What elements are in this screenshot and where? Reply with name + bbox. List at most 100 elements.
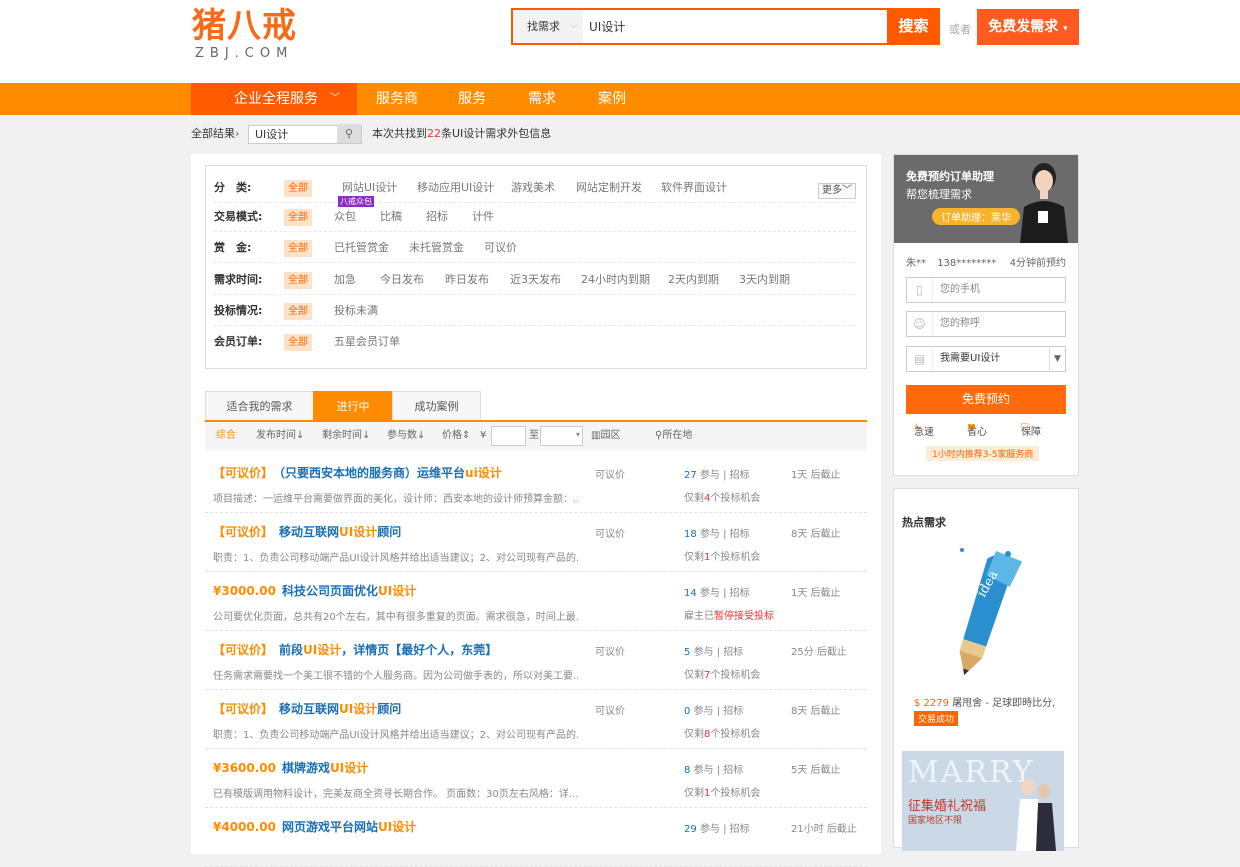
demand-row[interactable]: ¥4000.00 网页游戏平台网站UI设计 29 参与 | 招标 21小时 后截止 [205, 808, 867, 867]
filter-option[interactable]: 加急 [334, 264, 356, 295]
arrow-down-icon: ↓ [362, 430, 371, 441]
demand-title[interactable]: 【可议价】 移动互联网UI设计顾问 [213, 523, 401, 540]
filter-option[interactable]: 投标未满 [334, 295, 378, 326]
demand-row[interactable]: 【可议价】 移动互联网UI设计顾问 职责：1、负责公司移动端产品UI设计风格并给出适… [205, 513, 867, 572]
demand-title-highlight: UI设计 [330, 761, 369, 775]
participant-label: 参与 | 招标 [696, 824, 750, 835]
search-input[interactable] [583, 10, 888, 43]
nav-item-demands[interactable]: 需求 [528, 83, 556, 115]
nav-item-providers[interactable]: 服务商 [376, 83, 418, 115]
need-select[interactable]: ▤ 我需要UI设计 ▼ [906, 346, 1066, 372]
filter-option[interactable]: 招标 [426, 201, 448, 232]
location-filter[interactable]: ⚲所在地 [655, 422, 692, 450]
assistant-banner[interactable]: 免费预约订单助理 帮您梳理需求 订单助理：莱华 [894, 155, 1078, 243]
demand-deadline: 25分 后截止 [791, 647, 847, 658]
nav-item-services[interactable]: 服务 [458, 83, 486, 115]
demand-deadline: 8天 后截止 [791, 529, 841, 540]
free-booking-button[interactable]: 免费预约 [906, 385, 1066, 414]
filter-option[interactable]: 已托管赏金 [334, 232, 389, 263]
price-min-input[interactable] [491, 426, 526, 446]
logo[interactable]: 猪八戒 ZBJ.COM [192, 6, 302, 66]
demand-row[interactable]: 【可议价】 （只要西安本地的服务商）运维平台ui设计 项目描述：一运维平台需要做界面… [205, 454, 867, 513]
demand-title[interactable]: 【可议价】 前段UI设计，详情页【最好个人，东莞】 [213, 641, 497, 658]
participant-label: 参与 | 招标 [696, 470, 750, 481]
filter-option[interactable]: 网站定制开发 [576, 172, 642, 203]
demand-title-text: 网页游戏平台网站 [282, 820, 379, 834]
filter-option[interactable]: 可议价 [484, 232, 517, 263]
filter-option[interactable]: 五星会员订单 [334, 326, 400, 357]
more-button[interactable]: 更多﹀ [818, 183, 856, 199]
phone-placeholder: 您的手机 [940, 284, 980, 295]
filter-option[interactable]: 计件 [472, 201, 494, 232]
filter-row-member: 会员订单: 全部 五星会员订单 [214, 326, 856, 357]
demand-title[interactable]: ¥4000.00 网页游戏平台网站UI设计 [213, 818, 416, 835]
bid-chance: 仅剩8个投标机会 [684, 725, 760, 740]
demand-row[interactable]: 【可议价】 移动互联网UI设计顾问 职责：1、负责公司移动端产品UI设计风格并给出适… [205, 690, 867, 749]
filter-all[interactable]: 全部 [284, 180, 312, 197]
filter-all[interactable]: 全部 [284, 240, 312, 257]
bid-chance-post: 个投标机会 [710, 788, 761, 799]
demand-row[interactable]: 【可议价】 前段UI设计，详情页【最好个人，东莞】 任务需求需要找一个美工很不错的个… [205, 631, 867, 690]
hot-text: 屠甩舍 - 足球即時比分, [952, 698, 1056, 709]
sort-default[interactable]: 综合 [216, 422, 236, 450]
chevron-down-icon: ▾ [575, 430, 580, 439]
sort-participants[interactable]: 参与数↓ [387, 422, 425, 450]
bid-chance-pre: 雇主已 [684, 611, 714, 622]
idea-pencil-image[interactable]: idea [902, 540, 1064, 688]
region-filter[interactable]: ▥园区 [591, 422, 620, 450]
search-icon[interactable]: ⚲ [337, 124, 361, 143]
demand-title[interactable]: 【可议价】 （只要西安本地的服务商）运维平台ui设计 [213, 464, 502, 481]
demand-row[interactable]: ¥3000.00 科技公司页面优化UI设计 公司要优化页面，总共有20个左右，其中有… [205, 572, 867, 631]
booking-panel: 免费预约订单助理 帮您梳理需求 订单助理：莱华 朱** 138******** … [893, 154, 1079, 476]
perk-fast: 急速 [914, 427, 934, 438]
breadcrumb-all[interactable]: 全部结果 [191, 127, 235, 140]
phone-field[interactable]: ▯ 您的手机 [906, 277, 1066, 303]
name-field[interactable]: ☺ 您的称呼 [906, 311, 1066, 337]
location-label: 所在地 [662, 430, 693, 441]
name-placeholder: 您的称呼 [940, 318, 980, 329]
hot-caption: $ 2279 屠甩舍 - 足球即時比分, [914, 694, 1055, 709]
poster-note: 国家地区不限 [908, 816, 963, 826]
filter-all[interactable]: 全部 [284, 209, 312, 226]
demand-title[interactable]: ¥3000.00 科技公司页面优化UI设计 [213, 582, 416, 599]
filter-option[interactable]: 未托管赏金 [409, 232, 464, 263]
filter-option[interactable]: 游戏美术 [511, 172, 555, 203]
filter-option[interactable]: 24小时内到期 [581, 264, 650, 295]
price-max-select[interactable]: ▾ [540, 426, 583, 446]
filter-all[interactable]: 全部 [284, 303, 312, 320]
filter-option[interactable]: 软件界面设计 [661, 172, 727, 203]
tab-success-cases[interactable]: 成功案例 [392, 391, 481, 420]
filter-option[interactable]: 3天内到期 [739, 264, 790, 295]
filter-all[interactable]: 全部 [284, 272, 312, 289]
demand-row[interactable]: ¥3600.00 棋牌游戏UI设计已有模版调用物料设计，完美友商全资寻长期合作。 … [205, 749, 867, 808]
search-button[interactable]: 搜索 [887, 8, 940, 45]
demand-deadline: 1天 后截止 [791, 588, 841, 599]
filter-option[interactable]: 今日发布 [380, 264, 424, 295]
sort-price[interactable]: 价格⇕ [442, 422, 470, 450]
demand-desc: 已有模版调用物料设计，完美友商全资寻长期合作。 页面数：30页左右风格：详... [213, 789, 578, 800]
poster-subtitle: 征集婚礼祝福 [908, 799, 987, 814]
region-label: 园区 [600, 430, 621, 441]
nav-item-cases[interactable]: 案例 [598, 83, 626, 115]
nav-all-services[interactable]: 企业全程服务 ﹀ [191, 83, 357, 115]
filter-all[interactable]: 全部 [284, 334, 312, 351]
demand-title[interactable]: ¥3600.00 棋牌游戏UI设计 [213, 759, 368, 776]
filter-option[interactable]: 比稿 [380, 201, 402, 232]
demand-title-highlight: UI设计 [303, 643, 342, 657]
wedding-poster-image[interactable]: MARRY 征集婚礼祝福 国家地区不限 [902, 751, 1064, 851]
post-demand-button[interactable]: 免费发需求 ▾ [977, 9, 1079, 45]
tab-in-progress[interactable]: 进行中 [313, 391, 393, 420]
search-type-select[interactable]: 找需求 ⌵ [513, 10, 583, 43]
main-content: 分 类: 全部 网站UI设计 移动应用UI设计 游戏美术 网站定制开发 软件界面… [191, 154, 881, 867]
filter-option[interactable]: 近3天发布 [510, 264, 561, 295]
bid-chance-post: 暂停接受投标 [714, 611, 774, 622]
sort-publish-time[interactable]: 发布时间↓ [256, 422, 304, 450]
demand-title[interactable]: 【可议价】 移动互联网UI设计顾问 [213, 700, 401, 717]
sort-remaining-time[interactable]: 剩余时间↓ [322, 422, 370, 450]
filter-option[interactable]: 众包 [334, 201, 356, 232]
filter-option[interactable]: 昨日发布 [445, 264, 489, 295]
filter-option[interactable]: 2天内到期 [668, 264, 719, 295]
search-type-label: 找需求 [527, 20, 560, 33]
tab-suitable[interactable]: 适合我的需求 [205, 391, 314, 420]
filter-option[interactable]: 移动应用UI设计 [417, 172, 494, 203]
